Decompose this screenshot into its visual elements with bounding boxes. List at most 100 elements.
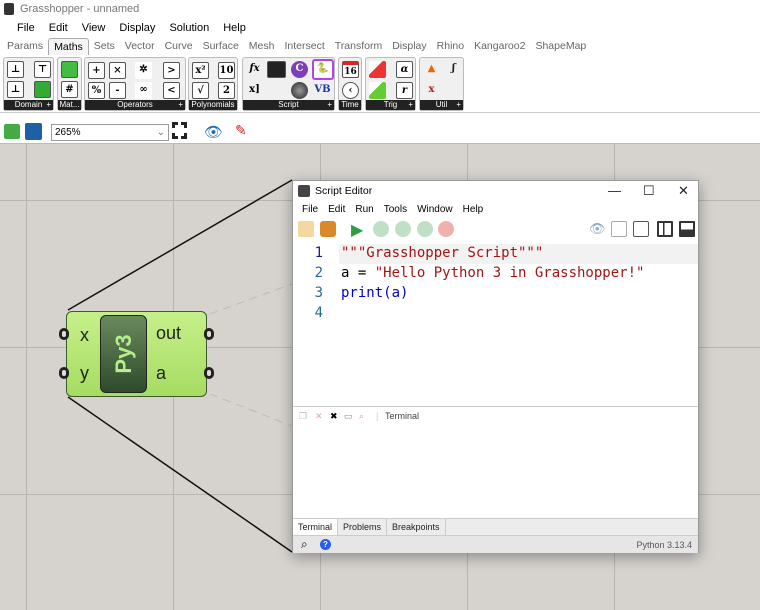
maximize-button[interactable]: ☐ [643,181,655,201]
compare-icon[interactable] [611,221,627,237]
menu-display[interactable]: Display [112,18,162,38]
document-icon[interactable] [633,221,649,237]
tab-rhino[interactable]: Rhino [432,38,469,55]
minimize-button[interactable]: — [608,181,621,201]
radians-icon[interactable]: r [396,82,413,99]
gaussian-icon[interactable]: ▲ [423,61,440,78]
clear-format-icon[interactable]: ✖ [330,411,338,422]
square-icon[interactable]: x² [192,62,209,79]
step-over-icon[interactable] [373,221,389,237]
clock-icon[interactable]: ‹ [342,82,359,99]
zoom-select[interactable]: 265%⌄ [51,124,169,141]
relay-icon[interactable]: ∞ [135,82,152,99]
multiplication-icon[interactable]: × [109,62,126,79]
tab-terminal[interactable]: Terminal [293,519,338,535]
power-of-10-icon[interactable]: 10 [218,62,235,79]
ironpython-icon[interactable] [291,82,308,99]
save-icon[interactable] [298,221,314,237]
wrap-icon[interactable]: ▭ [344,411,353,422]
save-icon[interactable] [25,123,42,140]
editor-menu-edit[interactable]: Edit [323,201,350,218]
close-button[interactable]: ✕ [678,181,689,201]
square-root-icon[interactable]: √ [192,82,209,99]
addition-icon[interactable]: + [88,62,105,79]
construct-domain-icon[interactable]: ⊥ [7,81,24,98]
smaller-than-icon[interactable]: < [163,82,180,99]
triangle-trig-icon[interactable] [369,61,386,78]
division-icon[interactable]: % [88,82,105,99]
help-icon[interactable]: ? [320,539,331,550]
editor-menu-file[interactable]: File [297,201,323,218]
larger-than-icon[interactable]: > [163,62,180,79]
editor-menu-tools[interactable]: Tools [379,201,412,218]
expression-icon[interactable]: fx [246,61,263,78]
terminal-icon[interactable] [267,61,286,78]
tab-display[interactable]: Display [387,38,431,55]
code-editor[interactable]: 1 """Grasshopper Script""" 2 a = "Hello … [293,241,698,406]
clear-icon[interactable]: ✕ [315,411,323,422]
tab-curve[interactable]: Curve [160,38,198,55]
group-label: Domain [15,100,43,109]
python3-component[interactable]: x y out a Py3 [66,311,207,397]
tab-intersect[interactable]: Intersect [279,38,329,55]
open-folder-icon[interactable] [4,124,20,139]
copy-icon[interactable]: ❐ [299,411,307,422]
package-icon[interactable] [320,221,336,237]
output-port-a[interactable] [204,367,214,379]
power-of-2-icon[interactable]: 2 [218,82,235,99]
remap-icon[interactable] [34,81,51,98]
tab-sets[interactable]: Sets [89,38,120,55]
group-label: Operators [117,100,153,109]
tab-vector[interactable]: Vector [120,38,160,55]
component-name: Py3 [111,334,137,373]
preview-eye-icon[interactable]: 👁 [589,221,606,237]
calendar-icon[interactable]: 16 [342,61,359,78]
tab-maths[interactable]: Maths [48,38,89,55]
search-icon[interactable]: ⌕ [301,537,308,552]
tab-surface[interactable]: Surface [198,38,244,55]
domain-icon[interactable]: ⊥ [7,61,24,78]
subtraction-icon[interactable]: - [109,82,126,99]
extremes-icon[interactable]: x [423,82,440,99]
matrix-grid-icon[interactable]: # [61,81,78,98]
menu-view[interactable]: View [75,18,113,38]
gate-icon[interactable]: ✲ [135,62,152,79]
run-icon[interactable]: ▶ [351,220,363,240]
output-port-out[interactable] [204,328,214,340]
menu-help[interactable]: Help [216,18,253,38]
csharp-icon[interactable]: C [291,61,308,78]
right-trig-icon[interactable] [369,82,386,99]
bounds-icon[interactable]: ⊤ [34,61,51,78]
tab-breakpoints[interactable]: Breakpoints [387,519,446,535]
editor-menu-run[interactable]: Run [350,201,378,218]
sidebar-layout-icon[interactable] [657,221,673,237]
panel-layout-icon[interactable] [679,221,695,237]
python-icon[interactable]: 🐍 [312,59,334,80]
input-port-x[interactable] [59,328,69,340]
tab-kangaroo2[interactable]: Kangaroo2 [469,38,530,55]
vb-icon[interactable]: VB [314,82,331,99]
menu-solution[interactable]: Solution [162,18,216,38]
tab-mesh[interactable]: Mesh [244,38,280,55]
editor-menu-window[interactable]: Window [412,201,458,218]
graph-icon[interactable]: ʃ [445,61,462,78]
tab-params[interactable]: Params [2,38,48,55]
zoom-extents-icon[interactable] [172,122,187,139]
preview-eye-icon[interactable]: 👁 [204,123,223,141]
stop-icon[interactable] [438,221,454,237]
matrix-icon[interactable] [61,61,78,78]
editor-title: Script Editor [315,185,372,197]
tab-transform[interactable]: Transform [330,38,387,55]
editor-menu-help[interactable]: Help [458,201,489,218]
tab-problems[interactable]: Problems [338,519,387,535]
menu-edit[interactable]: Edit [42,18,75,38]
search-clear-icon[interactable]: ⌕ [359,411,364,422]
tab-shapemap[interactable]: ShapeMap [530,38,591,55]
menu-file[interactable]: File [10,18,42,38]
degrees-icon[interactable]: α [396,61,413,78]
step-out-icon[interactable] [417,221,433,237]
evaluate-icon[interactable]: x] [246,82,263,99]
sketch-pen-icon[interactable]: ✎ [235,122,247,139]
step-into-icon[interactable] [395,221,411,237]
input-port-y[interactable] [59,367,69,379]
